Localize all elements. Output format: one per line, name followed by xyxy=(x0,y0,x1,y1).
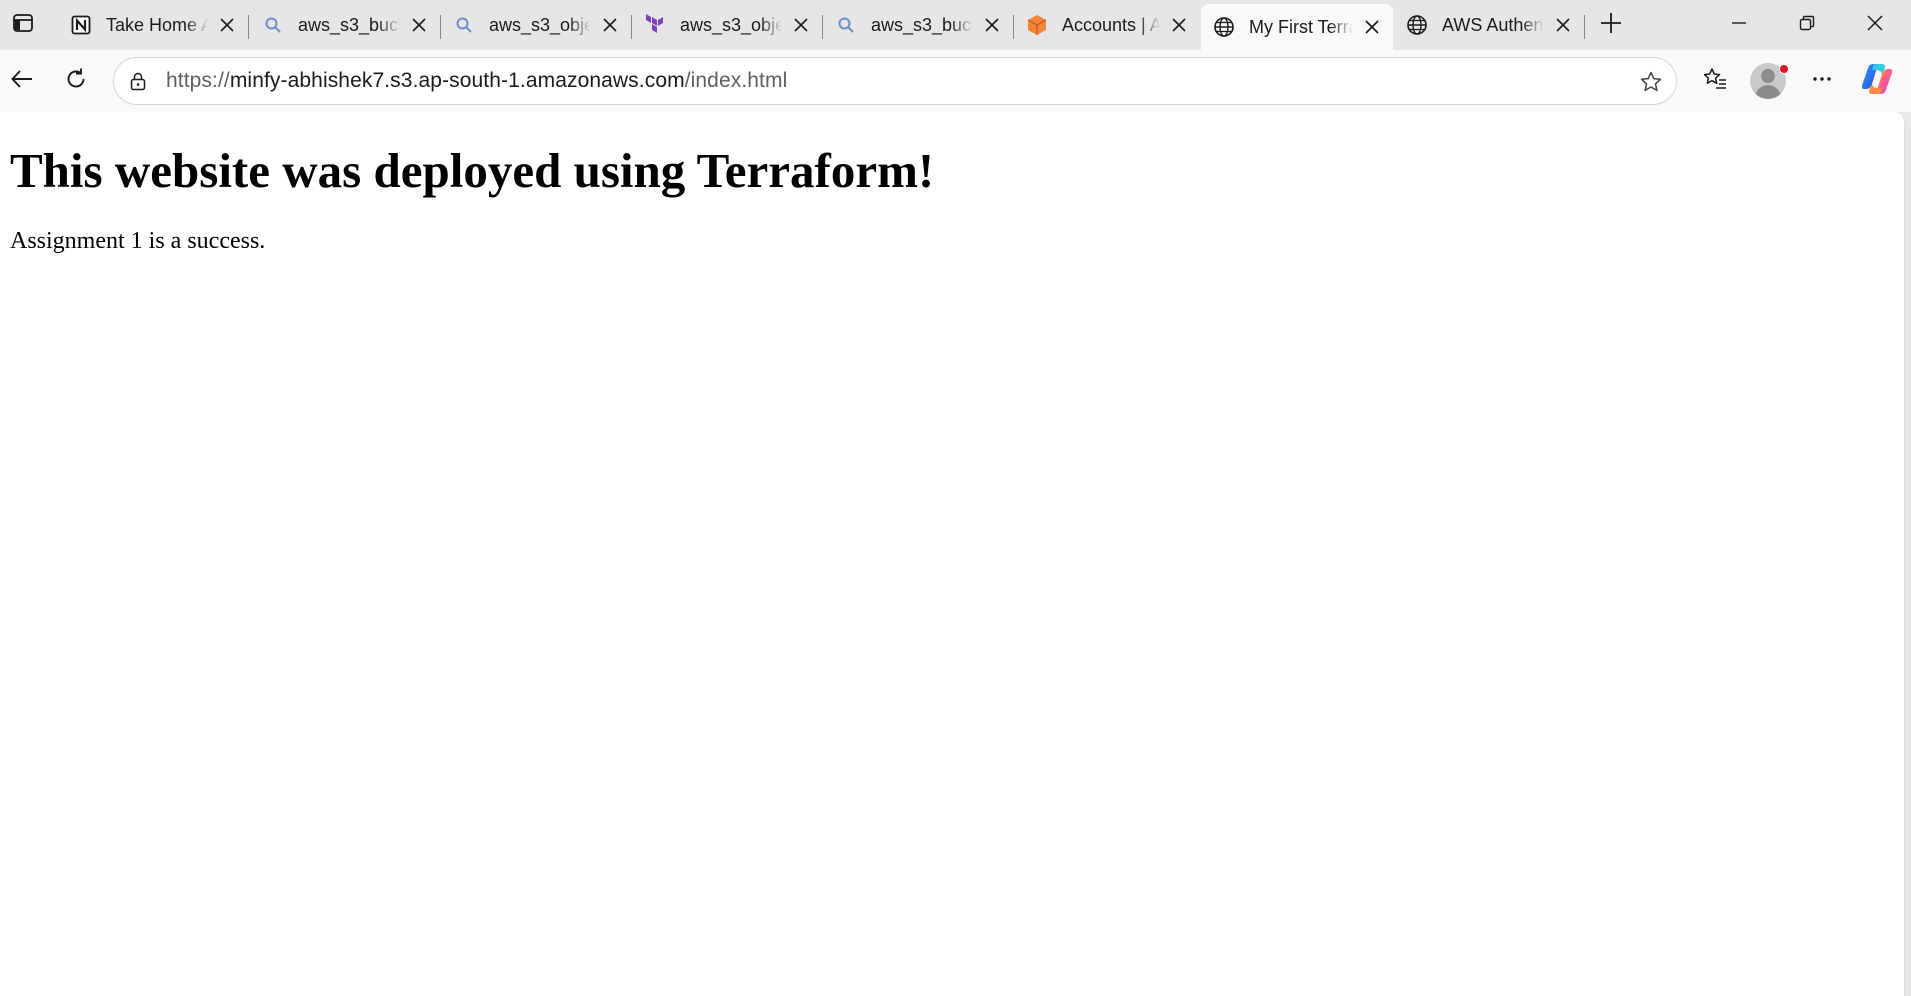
plus-icon xyxy=(1600,12,1622,39)
close-icon[interactable] xyxy=(788,12,814,38)
notion-icon xyxy=(70,14,92,36)
back-arrow-icon xyxy=(10,67,34,96)
close-icon[interactable] xyxy=(979,12,1005,38)
restore-button[interactable] xyxy=(1773,0,1841,50)
tab-take-home[interactable]: Take Home Assignment xyxy=(58,6,249,44)
search-icon xyxy=(453,14,475,36)
browser-toolbar: https://minfy-abhishek7.s3.ap-south-1.am… xyxy=(0,50,1911,112)
tab-title: aws_s3_object xyxy=(489,14,591,35)
minimize-button[interactable] xyxy=(1705,0,1773,50)
terraform-icon xyxy=(644,14,666,36)
refresh-icon xyxy=(64,67,88,96)
globe-icon xyxy=(1406,14,1428,36)
tab-title: aws_s3_bucket xyxy=(871,14,973,35)
search-icon xyxy=(262,14,284,36)
notification-dot xyxy=(1779,64,1789,74)
restore-icon xyxy=(1799,15,1815,36)
close-icon[interactable] xyxy=(1550,12,1576,38)
tab-title: AWS Authentication xyxy=(1442,14,1544,35)
tab-title: Accounts | AWS xyxy=(1062,14,1160,35)
url-host: minfy-abhishek7.s3.ap-south-1.amazonaws.… xyxy=(229,69,685,92)
aws-cube-icon xyxy=(1026,14,1048,36)
back-button[interactable] xyxy=(2,61,42,101)
search-icon xyxy=(835,14,857,36)
refresh-button[interactable] xyxy=(56,61,96,101)
tab-aws-authentication[interactable]: AWS Authentication xyxy=(1394,6,1585,44)
favorite-star-icon[interactable] xyxy=(1638,69,1664,95)
tab-separator xyxy=(248,15,249,39)
url-text[interactable]: https://minfy-abhishek7.s3.ap-south-1.am… xyxy=(166,69,787,93)
close-icon[interactable] xyxy=(1359,14,1385,40)
tab-title: Take Home Assignment xyxy=(106,14,208,35)
tab-aws-s3-object-2[interactable]: aws_s3_object xyxy=(632,6,823,44)
tab-aws-s3-bucket-1[interactable]: aws_s3_bucket xyxy=(250,6,441,44)
close-icon[interactable] xyxy=(406,12,432,38)
tab-actions-icon xyxy=(12,12,34,39)
tab-separator xyxy=(1584,15,1585,39)
close-icon xyxy=(1867,14,1883,36)
avatar-head xyxy=(1761,69,1775,83)
minimize-icon xyxy=(1731,15,1747,36)
tab-aws-s3-object-1[interactable]: aws_s3_object xyxy=(441,6,632,44)
close-window-button[interactable] xyxy=(1841,0,1909,50)
more-horizontal-icon xyxy=(1810,67,1834,96)
page-paragraph: Assignment 1 is a success. xyxy=(10,228,266,254)
close-icon[interactable] xyxy=(214,12,240,38)
address-bar[interactable]: https://minfy-abhishek7.s3.ap-south-1.am… xyxy=(113,57,1677,105)
url-path: /index.html xyxy=(684,69,788,92)
favorites-button[interactable] xyxy=(1695,61,1735,101)
close-icon[interactable] xyxy=(597,12,623,38)
new-tab-button[interactable] xyxy=(1594,8,1628,42)
site-info-lock-icon[interactable] xyxy=(126,69,150,93)
favorites-list-icon xyxy=(1702,66,1728,97)
tab-accounts-aws[interactable]: Accounts | AWS xyxy=(1014,6,1200,44)
tab-title: My First Terraform Website xyxy=(1249,16,1353,37)
copilot-button[interactable] xyxy=(1857,61,1897,101)
tab-actions-button[interactable] xyxy=(6,8,40,42)
url-scheme: https:// xyxy=(166,69,230,92)
tab-title: aws_s3_bucket xyxy=(298,14,400,35)
tab-title: aws_s3_object xyxy=(680,14,782,35)
settings-and-more-button[interactable] xyxy=(1802,61,1842,101)
copilot-icon xyxy=(1860,62,1894,101)
tab-my-first-terraform[interactable]: My First Terraform Website xyxy=(1201,4,1393,50)
globe-icon xyxy=(1213,16,1235,38)
tab-aws-s3-bucket-2[interactable]: aws_s3_bucket xyxy=(823,6,1014,44)
page-viewport: This website was deployed using Terrafor… xyxy=(0,112,1905,996)
tab-strip: Take Home Assignment aws_s3_bucket aws_s… xyxy=(0,0,1911,50)
avatar-body xyxy=(1755,85,1781,99)
close-icon[interactable] xyxy=(1166,12,1192,38)
page-title: This website was deployed using Terrafor… xyxy=(10,143,935,198)
